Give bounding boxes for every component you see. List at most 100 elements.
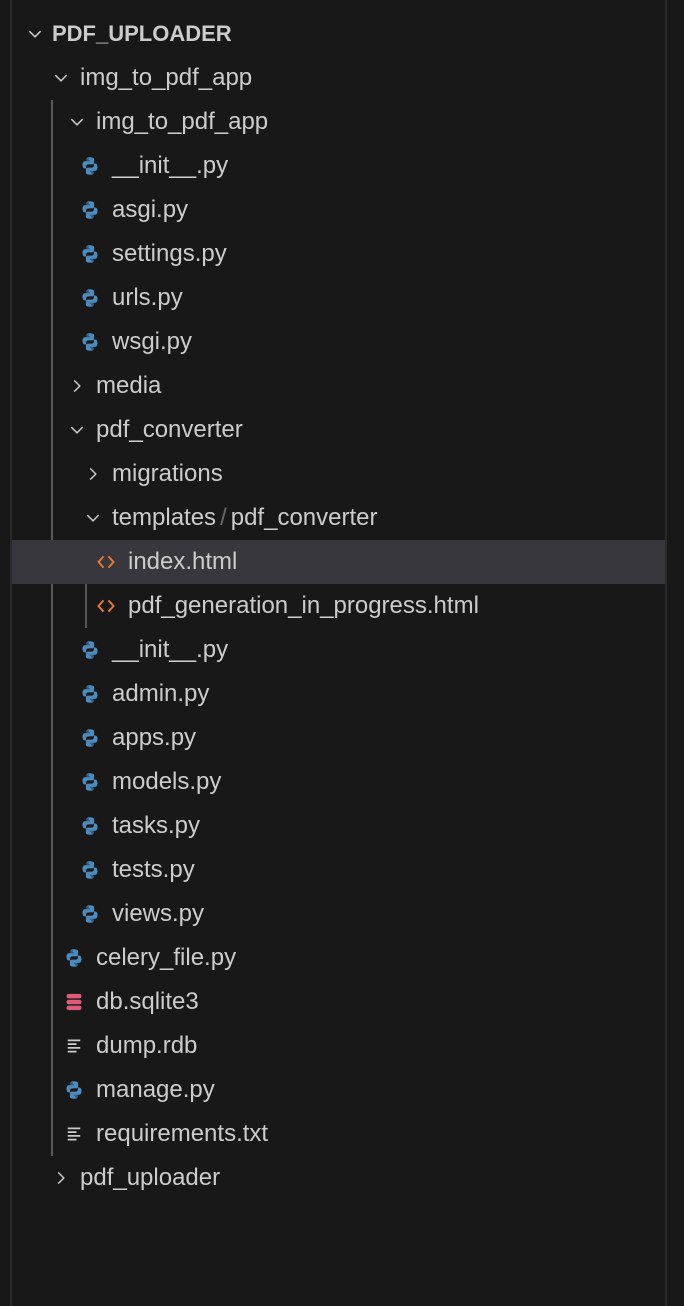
file-init-py[interactable]: __init__.py <box>12 144 665 188</box>
file-admin-py[interactable]: admin.py <box>12 672 665 716</box>
item-label-text: index.html <box>128 548 238 575</box>
folder-img-to-pdf-app[interactable]: img_to_pdf_app <box>12 56 665 100</box>
file-manage-py[interactable]: manage.py <box>12 1068 665 1112</box>
item-label: tests.py <box>112 848 195 892</box>
item-label: admin.py <box>112 672 209 716</box>
file-wsgi-py[interactable]: wsgi.py <box>12 320 665 364</box>
python-file-icon <box>79 276 101 320</box>
folder-pdf-converter[interactable]: pdf_converter <box>12 408 665 452</box>
python-file-icon <box>79 188 101 232</box>
item-label: requirements.txt <box>96 1112 268 1156</box>
chevron-right-icon[interactable] <box>50 1156 72 1200</box>
file-urls-py[interactable]: urls.py <box>12 276 665 320</box>
item-label-text: requirements.txt <box>96 1120 269 1147</box>
chevron-down-icon[interactable] <box>24 12 46 56</box>
item-label: __init__.py <box>112 628 228 672</box>
file-asgi-py[interactable]: asgi.py <box>12 188 665 232</box>
item-label-text: asgi.py <box>112 196 189 223</box>
file-views-py[interactable]: views.py <box>12 892 665 936</box>
item-label: __init__.py <box>112 144 228 188</box>
item-label-text: dump.rdb <box>96 1032 198 1059</box>
item-label: templates / pdf_converter <box>112 496 378 540</box>
text-file-icon <box>63 1112 85 1156</box>
folder-templates[interactable]: templates / pdf_converter <box>12 496 665 540</box>
item-label: settings.py <box>112 232 227 276</box>
item-label: apps.py <box>112 716 196 760</box>
python-file-icon <box>79 232 101 276</box>
file-settings-py[interactable]: settings.py <box>12 232 665 276</box>
python-file-icon <box>79 320 101 364</box>
item-label-text: settings.py <box>112 240 227 267</box>
item-label: pdf_converter <box>96 408 243 452</box>
item-label-text: apps.py <box>112 724 197 751</box>
chevron-down-icon[interactable] <box>66 408 88 452</box>
item-label: img_to_pdf_app <box>96 100 268 144</box>
item-label-text: db.sqlite3 <box>96 988 199 1015</box>
item-label-text: admin.py <box>112 680 210 707</box>
chevron-down-icon[interactable] <box>50 56 72 100</box>
file-apps-py[interactable]: apps.py <box>12 716 665 760</box>
file-models-py[interactable]: models.py <box>12 760 665 804</box>
item-label-text: img_to_pdf_app <box>80 64 253 91</box>
item-label-text: __init__.py <box>112 152 229 179</box>
item-label: urls.py <box>112 276 183 320</box>
python-file-icon <box>79 628 101 672</box>
item-label: tasks.py <box>112 804 200 848</box>
file-tests-py[interactable]: tests.py <box>12 848 665 892</box>
folder-pdf-uploader[interactable]: pdf_uploader <box>12 1156 665 1200</box>
folder-media[interactable]: media <box>12 364 665 408</box>
item-label-text: tasks.py <box>112 812 201 839</box>
file-init-py[interactable]: __init__.py <box>12 628 665 672</box>
item-label-text: migrations <box>112 460 223 487</box>
item-label-text: views.py <box>112 900 205 927</box>
file-requirements-txt[interactable]: requirements.txt <box>12 1112 665 1156</box>
item-label-text: wsgi.py <box>112 328 193 355</box>
item-label: wsgi.py <box>112 320 192 364</box>
sidebar-scrollbar-track[interactable] <box>665 0 667 1306</box>
database-icon <box>63 980 85 1024</box>
file-index-html[interactable]: index.html <box>12 540 665 584</box>
item-label-text: tests.py <box>112 856 195 883</box>
python-file-icon <box>79 144 101 188</box>
python-file-icon <box>79 672 101 716</box>
item-label-compact-child: pdf_converter <box>230 504 378 531</box>
python-file-icon <box>79 760 101 804</box>
folder-migrations[interactable]: migrations <box>12 452 665 496</box>
item-label: media <box>96 364 161 408</box>
item-label: manage.py <box>96 1068 215 1112</box>
item-label: dump.rdb <box>96 1024 197 1068</box>
item-label: index.html <box>128 540 237 584</box>
python-file-icon <box>63 936 85 980</box>
item-label-text: __init__.py <box>112 636 229 663</box>
item-label: views.py <box>112 892 204 936</box>
file-dump-rdb[interactable]: dump.rdb <box>12 1024 665 1068</box>
item-label: asgi.py <box>112 188 188 232</box>
item-label: models.py <box>112 760 221 804</box>
item-label-text: PDF_UPLOADER <box>52 21 232 46</box>
html-file-icon <box>95 540 117 584</box>
item-label: migrations <box>112 452 223 496</box>
item-label-text: models.py <box>112 768 222 795</box>
file-celery-file-py[interactable]: celery_file.py <box>12 936 665 980</box>
chevron-down-icon[interactable] <box>66 100 88 144</box>
item-label-text: pdf_generation_in_progress.html <box>128 592 479 619</box>
file-tasks-py[interactable]: tasks.py <box>12 804 665 848</box>
item-label-text: celery_file.py <box>96 944 237 971</box>
item-label-text: urls.py <box>112 284 183 311</box>
file-db-sqlite3[interactable]: db.sqlite3 <box>12 980 665 1024</box>
python-file-icon <box>79 848 101 892</box>
folder-pdf-uploader[interactable]: PDF_UPLOADER <box>12 12 665 56</box>
html-file-icon <box>95 584 117 628</box>
python-file-icon <box>63 1068 85 1112</box>
chevron-right-icon[interactable] <box>82 452 104 496</box>
python-file-icon <box>79 804 101 848</box>
item-label: celery_file.py <box>96 936 236 980</box>
file-pdf-generation-in-progress-html[interactable]: pdf_generation_in_progress.html <box>12 584 665 628</box>
folder-img-to-pdf-app[interactable]: img_to_pdf_app <box>12 100 665 144</box>
chevron-right-icon[interactable] <box>66 364 88 408</box>
item-label-text: templates <box>112 504 217 531</box>
chevron-down-icon[interactable] <box>82 496 104 540</box>
python-file-icon <box>79 716 101 760</box>
path-separator: / <box>220 504 227 531</box>
item-label: img_to_pdf_app <box>80 56 252 100</box>
